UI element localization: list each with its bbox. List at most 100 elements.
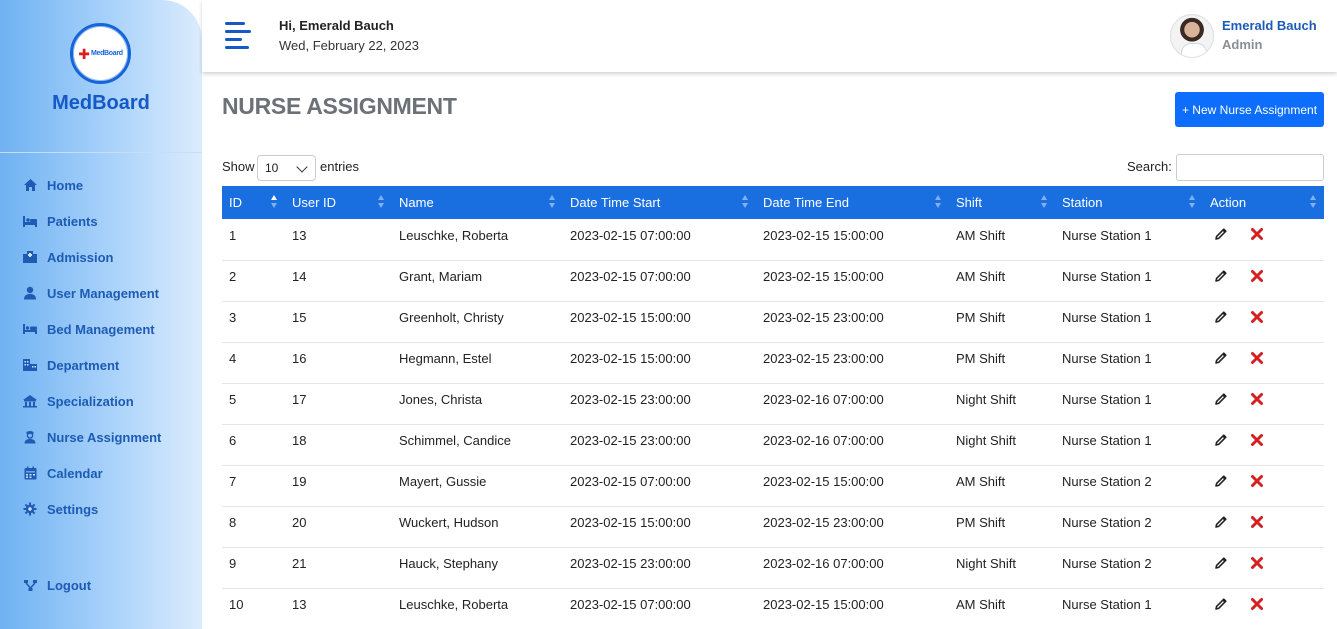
sidebar-item-home[interactable]: Home bbox=[22, 174, 83, 196]
cell-id: 8 bbox=[222, 506, 285, 548]
cell-name: Jones, Christa bbox=[392, 383, 563, 425]
cell-name: Hauck, Stephany bbox=[392, 547, 563, 589]
column-header-date-time-start[interactable]: Date Time Start bbox=[563, 186, 756, 219]
sidebar-item-admission[interactable]: Admission bbox=[22, 246, 113, 268]
sidebar-item-label: Calendar bbox=[47, 465, 103, 481]
sidebar-item-label: Admission bbox=[47, 249, 114, 265]
search-input[interactable] bbox=[1176, 154, 1324, 181]
sidebar-item-specialization[interactable]: Specialization bbox=[22, 390, 134, 412]
cell-date-time-start: 2023-02-15 07:00:00 bbox=[563, 219, 756, 261]
cell-action bbox=[1203, 424, 1324, 466]
sidebar-item-patients[interactable]: Patients bbox=[22, 210, 98, 232]
logo[interactable]: ✚ MedBoard bbox=[70, 23, 131, 84]
column-header-user-id[interactable]: User ID bbox=[285, 186, 392, 219]
table-row: 8 20 Wuckert, Hudson 2023-02-15 15:00:00 202… bbox=[222, 506, 1324, 548]
edit-pencil-icon[interactable] bbox=[1213, 432, 1229, 448]
new-nurse-assignment-button[interactable]: + New Nurse Assignment bbox=[1175, 92, 1324, 127]
delete-x-icon[interactable] bbox=[1249, 309, 1265, 325]
cell-user-id: 13 bbox=[285, 588, 392, 629]
avatar[interactable] bbox=[1170, 14, 1214, 58]
column-header-name[interactable]: Name bbox=[392, 186, 563, 219]
sidebar-item-settings[interactable]: Settings bbox=[22, 498, 98, 520]
cell-id: 9 bbox=[222, 547, 285, 589]
edit-pencil-icon[interactable] bbox=[1213, 309, 1229, 325]
cell-user-id: 14 bbox=[285, 260, 392, 302]
delete-x-icon[interactable] bbox=[1249, 350, 1265, 366]
cell-name: Mayert, Gussie bbox=[392, 465, 563, 507]
edit-pencil-icon[interactable] bbox=[1213, 391, 1229, 407]
cell-date-time-start: 2023-02-15 23:00:00 bbox=[563, 424, 756, 466]
menu-toggle-icon[interactable] bbox=[225, 22, 251, 49]
table-row: 10 13 Leuschke, Roberta 2023-02-15 07:00:00… bbox=[222, 588, 1324, 629]
edit-pencil-icon[interactable] bbox=[1213, 514, 1229, 530]
edit-pencil-icon[interactable] bbox=[1213, 555, 1229, 571]
bed-icon bbox=[22, 321, 38, 337]
sidebar-item-department[interactable]: Department bbox=[22, 354, 119, 376]
search-label: Search: bbox=[1127, 159, 1172, 174]
table-row: 4 16 Hegmann, Estel 2023-02-15 15:00:00 2023… bbox=[222, 342, 1324, 384]
cell-user-id: 18 bbox=[285, 424, 392, 466]
cell-date-time-end: 2023-02-15 15:00:00 bbox=[756, 588, 949, 629]
cell-user-id: 13 bbox=[285, 219, 392, 261]
sidebar-item-bed-management[interactable]: Bed Management bbox=[22, 318, 155, 340]
sort-icon bbox=[1189, 195, 1195, 209]
admission-icon bbox=[22, 249, 38, 265]
sidebar-item-nurse-assignment[interactable]: Nurse Assignment bbox=[22, 426, 161, 448]
entries-select[interactable]: 10 bbox=[257, 155, 316, 181]
edit-pencil-icon[interactable] bbox=[1213, 226, 1229, 242]
delete-x-icon[interactable] bbox=[1249, 555, 1265, 571]
column-header-station[interactable]: Station bbox=[1055, 186, 1203, 219]
table-row: 7 19 Mayert, Gussie 2023-02-15 07:00:00 2023… bbox=[222, 465, 1324, 507]
sidebar-item-calendar[interactable]: Calendar bbox=[22, 462, 103, 484]
edit-pencil-icon[interactable] bbox=[1213, 473, 1229, 489]
cell-name: Grant, Mariam bbox=[392, 260, 563, 302]
cell-id: 1 bbox=[222, 219, 285, 261]
cell-date-time-end: 2023-02-15 23:00:00 bbox=[756, 342, 949, 384]
edit-pencil-icon[interactable] bbox=[1213, 268, 1229, 284]
delete-x-icon[interactable] bbox=[1249, 391, 1265, 407]
sidebar-item-label: Nurse Assignment bbox=[47, 429, 162, 445]
sidebar-item-label: Patients bbox=[47, 213, 98, 229]
delete-x-icon[interactable] bbox=[1249, 226, 1265, 242]
user-name[interactable]: Emerald Bauch bbox=[1222, 18, 1317, 33]
cell-action bbox=[1203, 383, 1324, 425]
cell-id: 7 bbox=[222, 465, 285, 507]
cell-date-time-start: 2023-02-15 15:00:00 bbox=[563, 506, 756, 548]
cell-id: 4 bbox=[222, 342, 285, 384]
cell-station: Nurse Station 1 bbox=[1055, 383, 1203, 425]
cell-user-id: 20 bbox=[285, 506, 392, 548]
cell-date-time-end: 2023-02-15 15:00:00 bbox=[756, 219, 949, 261]
cell-user-id: 15 bbox=[285, 301, 392, 343]
sort-icon bbox=[935, 195, 941, 209]
sidebar-item-logout[interactable]: Logout bbox=[22, 574, 91, 596]
delete-x-icon[interactable] bbox=[1249, 473, 1265, 489]
entries-select-value: 10 bbox=[265, 161, 279, 175]
cell-station: Nurse Station 1 bbox=[1055, 301, 1203, 343]
calendar-icon bbox=[22, 465, 38, 481]
brand-name: MedBoard bbox=[52, 92, 150, 114]
column-header-date-time-end[interactable]: Date Time End bbox=[756, 186, 949, 219]
sidebar-item-user-management[interactable]: User Management bbox=[22, 282, 159, 304]
edit-pencil-icon[interactable] bbox=[1213, 350, 1229, 366]
column-header-shift[interactable]: Shift bbox=[949, 186, 1055, 219]
column-header-action[interactable]: Action bbox=[1203, 186, 1324, 219]
delete-x-icon[interactable] bbox=[1249, 596, 1265, 612]
cell-shift: AM Shift bbox=[949, 260, 1055, 302]
cell-station: Nurse Station 1 bbox=[1055, 342, 1203, 384]
edit-pencil-icon[interactable] bbox=[1213, 596, 1229, 612]
table-body: 1 13 Leuschke, Roberta 2023-02-15 07:00:00 2… bbox=[222, 219, 1324, 629]
cell-user-id: 21 bbox=[285, 547, 392, 589]
column-header-id[interactable]: ID bbox=[222, 186, 285, 219]
cell-action bbox=[1203, 547, 1324, 589]
delete-x-icon[interactable] bbox=[1249, 514, 1265, 530]
page-title: NURSE ASSIGNMENT bbox=[222, 93, 457, 119]
logout-label: Logout bbox=[47, 577, 92, 593]
cell-station: Nurse Station 1 bbox=[1055, 219, 1203, 261]
delete-x-icon[interactable] bbox=[1249, 268, 1265, 284]
table-row: 6 18 Schimmel, Candice 2023-02-15 23:00:00 2… bbox=[222, 424, 1324, 466]
sidebar: ✚ MedBoard MedBoard Home Patients Admiss… bbox=[0, 0, 202, 629]
cell-name: Leuschke, Roberta bbox=[392, 219, 563, 261]
sort-icon bbox=[1041, 195, 1047, 209]
delete-x-icon[interactable] bbox=[1249, 432, 1265, 448]
entries-label: entries bbox=[320, 159, 360, 174]
